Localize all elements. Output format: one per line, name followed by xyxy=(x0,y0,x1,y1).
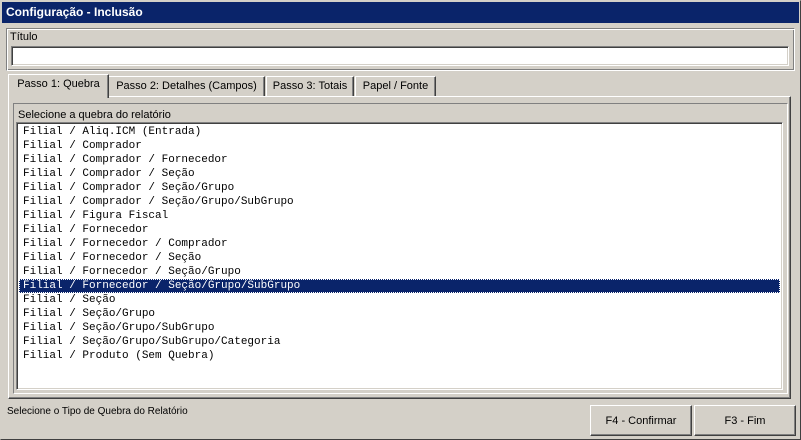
titulo-label: Título xyxy=(10,31,38,43)
list-item[interactable]: Filial / Comprador xyxy=(19,139,780,153)
list-item[interactable]: Filial / Comprador / Fornecedor xyxy=(19,153,780,167)
end-button[interactable]: F3 - Fim xyxy=(694,405,796,436)
list-item[interactable]: Filial / Seção xyxy=(19,293,780,307)
tab-passo-1-quebra[interactable]: Passo 1: Quebra xyxy=(8,74,109,98)
list-item[interactable]: Filial / Figura Fiscal xyxy=(19,209,780,223)
list-item[interactable]: Filial / Produto (Sem Quebra) xyxy=(19,349,780,363)
tab-passo-2-detalhes[interactable]: Passo 2: Detalhes (Campos) xyxy=(108,76,265,96)
list-item[interactable]: Filial / Comprador / Seção/Grupo xyxy=(19,181,780,195)
window-title: Configuração - Inclusão xyxy=(2,2,799,23)
list-item[interactable]: Filial / Fornecedor xyxy=(19,223,780,237)
list-item[interactable]: Filial / Seção/Grupo/SubGrupo/Categoria xyxy=(19,335,780,349)
titulo-input[interactable] xyxy=(11,46,789,66)
status-text: Selecione o Tipo de Quebra do Relatório xyxy=(7,406,188,417)
list-item[interactable]: Filial / Comprador / Seção/Grupo/SubGrup… xyxy=(19,195,780,209)
list-item[interactable]: Filial / Fornecedor / Seção/Grupo/SubGru… xyxy=(19,279,780,293)
list-item[interactable]: Filial / Aliq.ICM (Entrada) xyxy=(19,125,780,139)
confirm-button[interactable]: F4 - Confirmar xyxy=(590,405,692,436)
list-item[interactable]: Filial / Seção/Grupo/SubGrupo xyxy=(19,321,780,335)
list-item[interactable]: Filial / Fornecedor / Comprador xyxy=(19,237,780,251)
list-item[interactable]: Filial / Comprador / Seção xyxy=(19,167,780,181)
tab-papel-fonte[interactable]: Papel / Fonte xyxy=(355,76,436,96)
quebra-label: Selecione a quebra do relatório xyxy=(18,109,171,121)
quebra-listbox[interactable]: Filial / Aliq.ICM (Entrada) Filial / Comp… xyxy=(16,122,783,390)
list-item[interactable]: Filial / Fornecedor / Seção xyxy=(19,251,780,265)
list-item[interactable]: Filial / Seção/Grupo xyxy=(19,307,780,321)
list-item[interactable]: Filial / Fornecedor / Seção/Grupo xyxy=(19,265,780,279)
tab-passo-3-totais[interactable]: Passo 3: Totais xyxy=(266,76,354,96)
